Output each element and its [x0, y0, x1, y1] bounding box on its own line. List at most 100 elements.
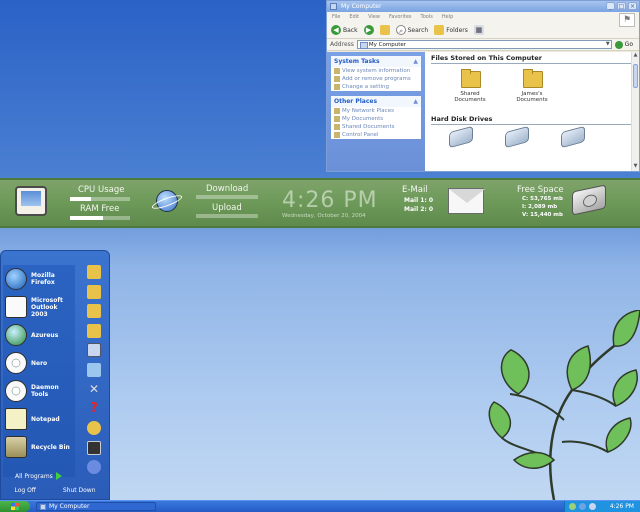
taskbar-clock[interactable]: 4:26 PM [610, 503, 640, 510]
hard-drive-icon[interactable] [505, 125, 529, 149]
envelope-icon[interactable] [448, 188, 485, 214]
search-icon[interactable] [87, 421, 101, 435]
scroll-thumb[interactable] [633, 64, 638, 88]
control-panel-icon [334, 84, 340, 90]
system-tasks-header[interactable]: System Tasks ▲ [331, 56, 421, 67]
place-control-panel[interactable]: Control Panel [331, 131, 421, 139]
folder-icon [459, 68, 481, 88]
collapse-icon[interactable]: ▲ [413, 98, 418, 105]
go-button[interactable]: Go [614, 40, 639, 49]
back-label: Back [343, 26, 358, 34]
close-button[interactable]: × [628, 2, 637, 10]
program-daemon-tools[interactable]: Daemon Tools [3, 377, 75, 405]
place-label: Control Panel [342, 132, 379, 138]
recycle-bin-icon [5, 436, 27, 458]
search-icon: ⌕ [395, 25, 406, 35]
maximize-button[interactable]: □ [617, 2, 626, 10]
program-label: Daemon Tools [31, 384, 59, 398]
folder-label: James's Documents [516, 91, 548, 103]
address-input[interactable]: My Computer ▼ [356, 40, 612, 49]
download-meter [196, 195, 258, 199]
menu-tools[interactable]: Tools [421, 14, 433, 20]
minimize-button[interactable]: _ [606, 2, 615, 10]
collapse-icon[interactable]: ▲ [413, 58, 418, 65]
task-change-setting[interactable]: Change a setting [331, 83, 421, 91]
taskbar-task-my-computer[interactable]: My Computer [36, 502, 156, 511]
place-shared-documents[interactable]: Shared Documents [331, 123, 421, 131]
task-label: Change a setting [342, 84, 389, 90]
folder-james-documents[interactable]: James's Documents [513, 68, 551, 103]
address-label: Address [330, 41, 354, 48]
menu-help[interactable]: Help [442, 14, 453, 20]
scroll-down-icon[interactable]: ▼ [632, 163, 639, 171]
start-menu: Mozilla Firefox Microsoft Outlook 2003 A… [0, 250, 110, 500]
program-label: Notepad [31, 415, 60, 423]
settings-gear-icon[interactable] [87, 460, 101, 474]
network-tray-icon[interactable] [569, 503, 576, 510]
hard-drive-icon[interactable] [561, 125, 585, 149]
task-add-remove-programs[interactable]: Add or remove programs [331, 75, 421, 83]
download-label: Download [206, 184, 249, 194]
program-recycle-bin[interactable]: Recycle Bin [3, 433, 75, 461]
program-nero[interactable]: Nero [3, 349, 75, 377]
ram-free-label: RAM Free [80, 204, 120, 214]
other-places-header[interactable]: Other Places ▲ [331, 96, 421, 107]
chevron-down-icon[interactable]: ▼ [606, 41, 610, 47]
place-my-documents[interactable]: My Documents [331, 115, 421, 123]
task-label: View system information [342, 68, 411, 74]
all-programs-button[interactable]: All Programs [15, 472, 62, 480]
menu-file[interactable]: File [332, 14, 340, 20]
window-title: My Computer [341, 3, 382, 10]
menu-view[interactable]: View [368, 14, 380, 20]
program-label: Azureus [31, 331, 59, 339]
window-title-bar[interactable]: My Computer _ □ × [327, 1, 639, 12]
shut-down-button[interactable]: Shut Down [63, 487, 96, 494]
folder-icon [334, 124, 340, 130]
run-icon[interactable] [87, 440, 101, 455]
hard-drive-icon[interactable] [449, 125, 473, 149]
up-folder-button[interactable] [379, 25, 390, 35]
program-notepad[interactable]: Notepad [3, 405, 75, 433]
program-azureus[interactable]: Azureus [3, 321, 75, 349]
my-computer-icon[interactable] [87, 343, 101, 357]
program-label: Recycle Bin [31, 443, 70, 451]
my-music-icon[interactable] [87, 304, 101, 318]
menu-favorites[interactable]: Favorites [389, 14, 412, 20]
forward-arrow-icon: ▶ [363, 25, 374, 35]
windows-flag-icon: ⚑ [619, 13, 635, 27]
display-tray-icon[interactable] [589, 503, 596, 510]
network-places-icon[interactable] [87, 362, 101, 377]
folders-button[interactable]: Folders [434, 25, 468, 35]
address-value: My Computer [368, 41, 406, 48]
volume-tray-icon[interactable] [579, 503, 586, 510]
info-icon [334, 68, 340, 74]
my-pictures-icon[interactable] [87, 284, 101, 299]
nero-icon [5, 352, 27, 374]
back-button[interactable]: ◀ Back [331, 25, 358, 35]
notepad-icon [5, 408, 27, 430]
help-icon[interactable]: ? [87, 401, 101, 416]
folders-icon [434, 25, 445, 35]
folder-shared-documents[interactable]: Shared Documents [451, 68, 489, 103]
tools-icon[interactable]: ✕ [87, 382, 101, 396]
drive-i-space: I: 2,089 mb [522, 204, 558, 210]
file-list: Files Stored on This Computer Shared Doc… [425, 52, 639, 171]
vertical-scrollbar[interactable]: ▲ ▼ [631, 52, 639, 171]
views-button[interactable]: ▦ [473, 25, 484, 35]
scroll-up-icon[interactable]: ▲ [632, 52, 639, 60]
place-network[interactable]: My Network Places [331, 107, 421, 115]
my-documents-icon[interactable] [87, 265, 101, 279]
free-space-label: Free Space [517, 185, 564, 195]
log-off-button[interactable]: Log Off [14, 487, 35, 494]
program-outlook[interactable]: Microsoft Outlook 2003 [3, 293, 75, 321]
my-videos-icon[interactable] [87, 323, 101, 338]
start-button[interactable] [0, 501, 30, 512]
explorer-window[interactable]: My Computer _ □ × File Edit View Favorit… [326, 0, 640, 172]
forward-button[interactable]: ▶ [363, 25, 374, 35]
task-view-system-info[interactable]: View system information [331, 67, 421, 75]
program-firefox[interactable]: Mozilla Firefox [3, 265, 75, 293]
mail-2-count: Mail 2: 0 [404, 206, 434, 213]
menu-edit[interactable]: Edit [349, 14, 359, 20]
search-button[interactable]: ⌕ Search [395, 25, 428, 35]
plant-wallpaper-graphic [488, 310, 640, 500]
